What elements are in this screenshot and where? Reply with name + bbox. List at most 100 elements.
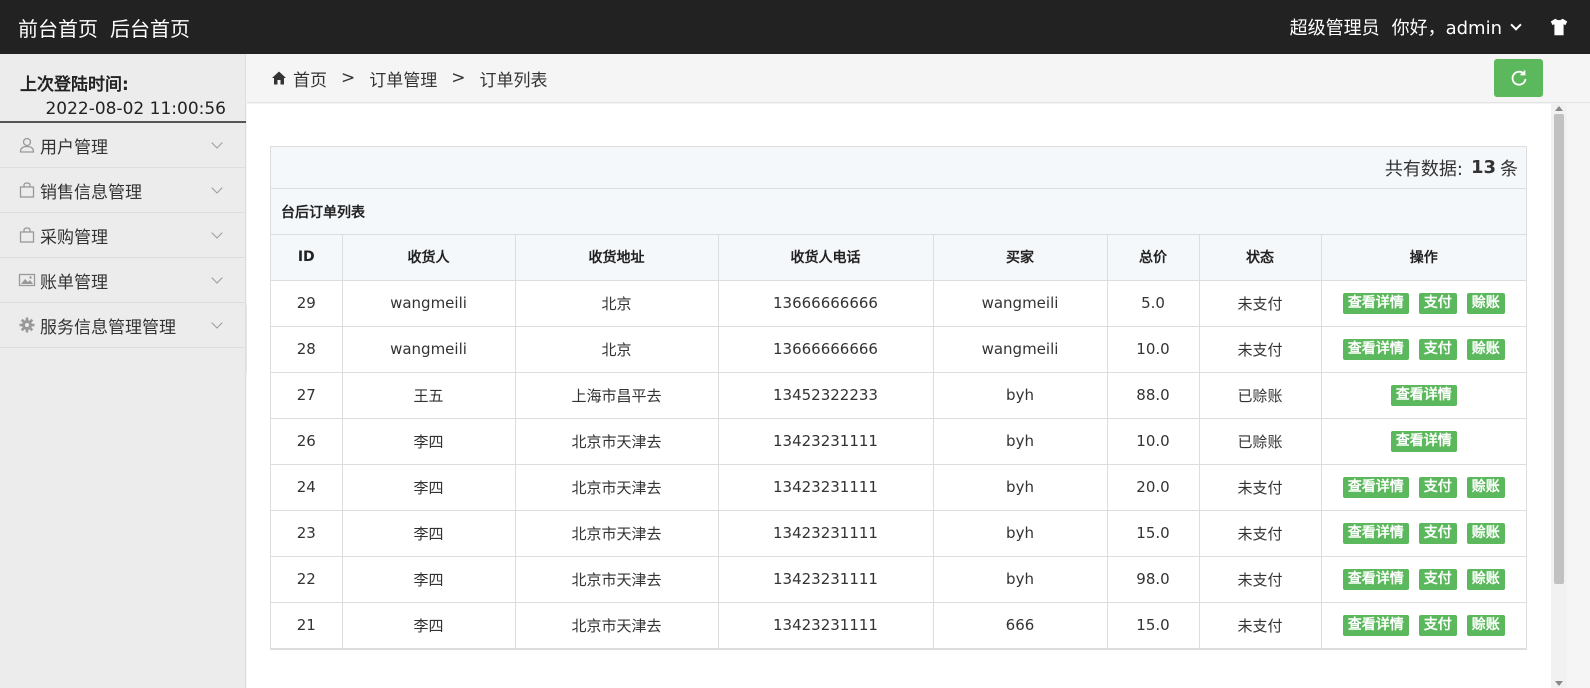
sidebar: 上次登陆时间: 2022-08-02 11:00:56 用户管理 销售信息管理 … [0, 54, 246, 688]
sidebar-item-sales-info[interactable]: 销售信息管理 [0, 168, 245, 213]
table-row: 21 李四 北京市天津去 13423231111 666 15.0 未支付 查看详情 支付 赊账 [271, 602, 1526, 649]
column-header-address: 收货地址 [515, 235, 719, 281]
sidebar-item-user-management[interactable]: 用户管理 [0, 123, 245, 168]
user-role: 超级管理员 [1289, 18, 1380, 39]
view-detail-button[interactable]: 查看详情 [1342, 568, 1409, 590]
top-nav-links: 前台首页 后台首页 [18, 0, 190, 54]
view-detail-button[interactable]: 查看详情 [1390, 384, 1457, 406]
cell-status: 未支付 [1199, 602, 1322, 649]
credit-button[interactable]: 赊账 [1466, 292, 1505, 314]
row-actions: 查看详情 [1322, 384, 1527, 406]
tshirt-icon[interactable] [1548, 16, 1570, 38]
pay-button[interactable]: 支付 [1418, 614, 1457, 636]
cell-actions: 查看详情 支付 赊账 [1321, 280, 1527, 327]
view-detail-button[interactable]: 查看详情 [1390, 430, 1457, 452]
order-table: ID 收货人 收货地址 收货人电话 买家 总价 状态 操作 29 wangmeil… [271, 235, 1526, 649]
breadcrumb-separator: > [451, 68, 466, 88]
credit-button[interactable]: 赊账 [1466, 614, 1505, 636]
cell-address: 北京市天津去 [515, 556, 719, 603]
front-home-link[interactable]: 前台首页 [18, 13, 98, 42]
scroll-up-arrow-icon[interactable] [1555, 106, 1563, 111]
vertical-scrollbar[interactable] [1551, 104, 1567, 688]
credit-button[interactable]: 赊账 [1466, 338, 1505, 360]
cell-phone: 13423231111 [718, 556, 934, 603]
cell-receiver: wangmeili [342, 326, 516, 373]
cell-id: 27 [271, 372, 343, 419]
sidebar-item-service-info[interactable]: 服务信息管理管理 [0, 303, 245, 348]
breadcrumb-home[interactable]: 首页 [293, 66, 327, 91]
cell-buyer: byh [933, 464, 1108, 511]
total-count: 13 [1470, 157, 1496, 178]
cell-price: 20.0 [1107, 464, 1200, 511]
cell-address: 北京市天津去 [515, 602, 719, 649]
cell-address: 北京 [515, 280, 719, 327]
image-icon [18, 273, 36, 287]
cell-address: 上海市昌平去 [515, 372, 719, 419]
credit-button[interactable]: 赊账 [1466, 476, 1505, 498]
admin-home-link[interactable]: 后台首页 [110, 13, 190, 42]
row-actions: 查看详情 支付 赊账 [1322, 568, 1527, 590]
user-area: 超级管理员 你好，admin [1290, 0, 1570, 54]
view-detail-button[interactable]: 查看详情 [1342, 292, 1409, 314]
pay-button[interactable]: 支付 [1418, 476, 1457, 498]
scrollbar-thumb[interactable] [1554, 114, 1564, 584]
cell-phone: 13666666666 [718, 280, 934, 327]
cell-receiver: wangmeili [342, 280, 516, 327]
view-detail-button[interactable]: 查看详情 [1342, 338, 1409, 360]
sidebar-item-label: 采购管理 [40, 227, 108, 248]
row-actions: 查看详情 支付 赊账 [1322, 522, 1527, 544]
cell-status: 已赊账 [1199, 372, 1322, 419]
user-icon [19, 137, 35, 153]
credit-button[interactable]: 赊账 [1466, 568, 1505, 590]
cell-id: 21 [271, 602, 343, 649]
column-header-receiver: 收货人 [342, 235, 516, 281]
sidebar-item-purchase[interactable]: 采购管理 [0, 213, 245, 258]
cell-status: 未支付 [1199, 280, 1322, 327]
pay-button[interactable]: 支付 [1418, 568, 1457, 590]
cell-actions: 查看详情 支付 赊账 [1321, 326, 1526, 373]
last-login-label: 上次登陆时间: [20, 75, 129, 95]
chevron-down-icon [211, 182, 223, 194]
sidebar-item-label: 服务信息管理管理 [40, 317, 176, 338]
user-greeting: 你好，admin [1391, 18, 1502, 39]
cell-address: 北京 [515, 326, 719, 373]
column-header-id: ID [271, 235, 343, 281]
view-detail-button[interactable]: 查看详情 [1342, 522, 1409, 544]
cell-receiver: 李四 [342, 418, 516, 465]
sidebar-item-billing[interactable]: 账单管理 [0, 258, 245, 303]
cell-actions: 查看详情 支付 赊账 [1321, 602, 1526, 649]
cell-id: 29 [271, 280, 343, 327]
refresh-button[interactable] [1494, 59, 1543, 97]
cell-receiver: 李四 [342, 464, 516, 511]
breadcrumb-order-management[interactable]: 订单管理 [369, 66, 437, 91]
user-menu-toggle[interactable]: 你好，admin [1391, 14, 1522, 40]
home-icon [272, 71, 286, 85]
cell-receiver: 王五 [342, 372, 516, 419]
cell-buyer: wangmeili [933, 280, 1108, 327]
sidebar-item-label: 账单管理 [40, 272, 108, 293]
breadcrumb-order-list: 订单列表 [479, 70, 548, 91]
total-label: 共有数据: [1384, 158, 1463, 180]
cell-id: 28 [271, 326, 343, 373]
pay-button[interactable]: 支付 [1418, 522, 1457, 544]
pay-button[interactable]: 支付 [1418, 292, 1457, 314]
cell-phone: 13423231111 [718, 418, 934, 465]
cell-price: 98.0 [1107, 556, 1200, 603]
sidebar-item-label: 用户管理 [40, 137, 108, 158]
cell-buyer: byh [933, 556, 1108, 603]
last-login-time: 2022-08-02 11:00:56 [45, 99, 226, 119]
row-actions: 查看详情 支付 赊账 [1322, 292, 1527, 314]
cell-buyer: 666 [933, 602, 1108, 649]
cell-id: 23 [271, 510, 343, 557]
view-detail-button[interactable]: 查看详情 [1342, 476, 1409, 498]
order-panel: 共有数据: 13 条 台后订单列表 ID 收货人 收货地址 收货人电话 买家 总… [270, 146, 1527, 650]
view-detail-button[interactable]: 查看详情 [1342, 614, 1409, 636]
panel-title: 台后订单列表 [271, 189, 1526, 235]
scroll-down-arrow-icon[interactable] [1555, 681, 1563, 686]
cell-phone: 13666666666 [718, 326, 934, 373]
pay-button[interactable]: 支付 [1418, 338, 1457, 360]
credit-button[interactable]: 赊账 [1466, 522, 1505, 544]
column-header-actions: 操作 [1321, 235, 1526, 281]
gear-icon [19, 317, 35, 333]
bag-icon [19, 227, 35, 243]
